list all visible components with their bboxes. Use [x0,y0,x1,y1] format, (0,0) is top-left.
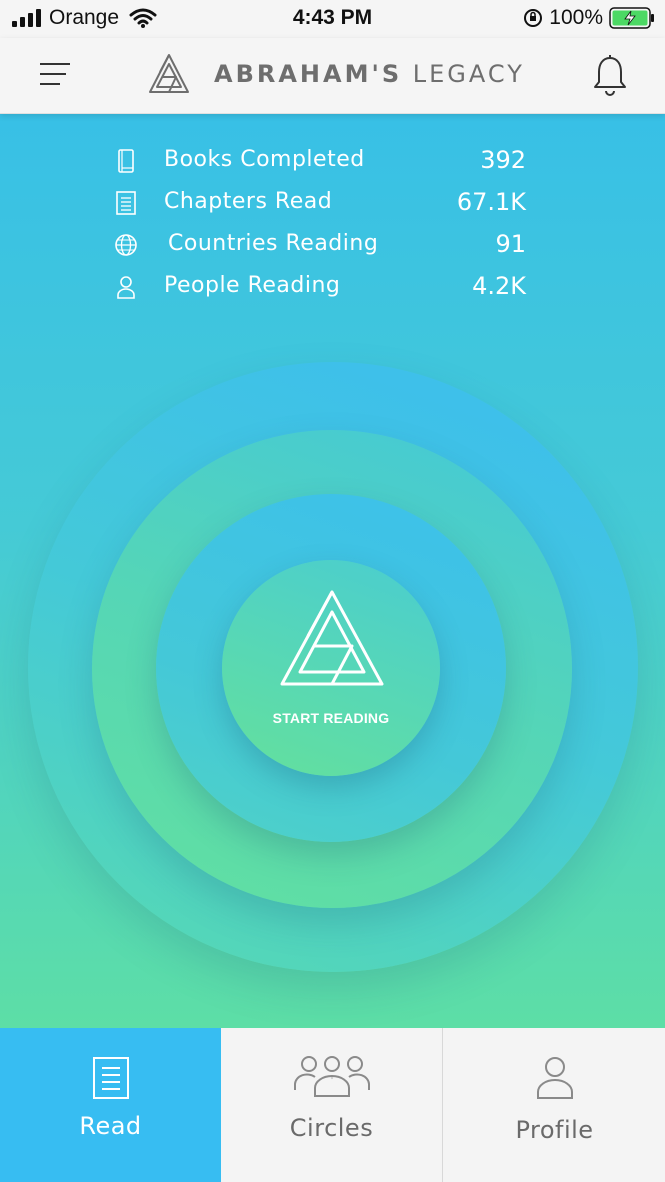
brand-logo-icon [280,590,384,686]
rotation-lock-icon [524,9,543,27]
brand-name-light: LEGACY [412,60,525,88]
person-icon [117,276,135,299]
bell-icon [594,55,626,96]
group-icon [293,1056,370,1097]
globe-icon [115,234,137,256]
menu-icon [40,63,70,85]
brand: ABRAHAM'S LEGACY [148,52,525,96]
tab-label: Circles [289,1114,374,1142]
stat-label: Books Completed [164,147,365,172]
stat-row-people: People Reading 4.2K [112,270,532,306]
stat-row-books: Books Completed 392 [112,144,532,180]
stat-label: Chapters Read [164,189,333,214]
battery-percent: 100% [549,6,603,29]
document-icon [92,1057,129,1099]
tab-label: Read [79,1112,142,1140]
stat-value: 91 [495,230,526,258]
main-content: Books Completed 392 Chapters Read 67.1K … [0,114,665,1028]
tab-circles[interactable]: Circles [221,1028,443,1182]
tab-profile[interactable]: Profile [444,1028,665,1182]
stat-row-chapters: Chapters Read 67.1K [112,186,532,222]
tab-read[interactable]: Read [0,1028,221,1182]
book-icon [118,149,134,173]
stat-label: People Reading [164,273,341,298]
app-header: ABRAHAM'S LEGACY [0,38,665,114]
stat-value: 67.1K [456,188,526,216]
tab-label: Profile [515,1116,594,1144]
stat-label: Countries Reading [168,231,379,256]
start-reading-label: START READING [272,710,390,726]
notifications-button[interactable] [591,54,629,98]
start-reading-button[interactable]: START READING [222,560,440,776]
status-bar: Orange 4:43 PM 100% [0,0,665,38]
battery-icon [609,7,654,29]
brand-name-bold: ABRAHAM'S [214,60,403,88]
brand-name: ABRAHAM'S LEGACY [214,60,525,88]
menu-button[interactable] [36,58,76,94]
status-right: 100% [523,6,655,30]
stat-value: 392 [480,146,526,174]
brand-logo-icon [149,54,189,93]
stat-row-countries: Countries Reading 91 [112,228,532,264]
stat-value: 4.2K [472,272,526,300]
bottom-tab-bar: Read Circles Profile [0,1028,665,1182]
document-icon [116,191,136,215]
person-icon [536,1057,573,1099]
